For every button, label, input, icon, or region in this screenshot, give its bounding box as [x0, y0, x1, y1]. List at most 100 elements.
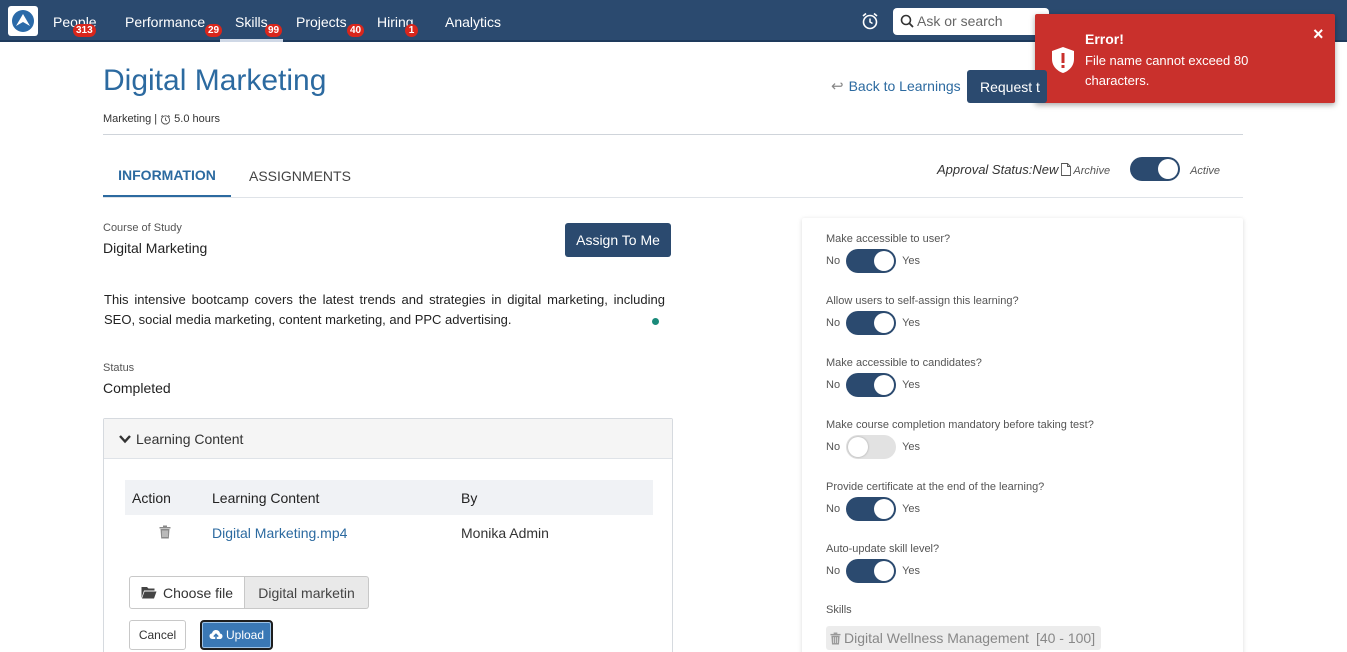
alarm-clock-icon[interactable]: [860, 11, 880, 31]
skill-name: Digital Wellness Management: [844, 630, 1029, 646]
setting-completion-mandatory: Make course completion mandatory before …: [826, 419, 1094, 459]
tab-information[interactable]: INFORMATION: [103, 160, 231, 198]
setting-self-assign: Allow users to self-assign this learning…: [826, 295, 1019, 335]
approval-status-toggle[interactable]: [1130, 157, 1181, 181]
upload-button[interactable]: Upload: [200, 620, 273, 650]
cancel-button[interactable]: Cancel: [129, 620, 186, 650]
category-label: Marketing: [103, 113, 152, 125]
header-divider: [103, 134, 1243, 135]
error-toast: Error! File name cannot exceed 80 charac…: [1035, 14, 1335, 103]
document-icon: [1061, 162, 1072, 176]
setting-question: Auto-update skill level?: [826, 543, 940, 555]
back-arrow-icon: ↩: [831, 78, 844, 95]
skill-range: [40 - 100]: [1035, 630, 1096, 646]
nav-skills[interactable]: Skills 99: [220, 0, 283, 42]
approval-status-label: Approval Status:New: [937, 161, 1059, 177]
selected-file-name: Digital marketin: [245, 576, 369, 609]
trash-icon[interactable]: [830, 632, 841, 645]
no-label: No: [826, 503, 841, 515]
nav-projects[interactable]: Projects 40: [296, 0, 365, 42]
page-title: Digital Marketing: [103, 64, 327, 97]
nav-hiring-badge: 1: [405, 24, 418, 37]
assign-to-me-button[interactable]: Assign To Me: [565, 223, 671, 257]
setting-question: Make course completion mandatory before …: [826, 419, 1094, 431]
setting-accessible-to-user: Make accessible to user? No Yes: [826, 233, 950, 273]
accessible-to-user-toggle[interactable]: [846, 249, 897, 273]
learning-content-title: Learning Content: [136, 430, 244, 447]
uploaded-by: Monika Admin: [461, 525, 549, 541]
folder-open-icon: [141, 587, 157, 599]
status-label: Status: [103, 362, 135, 374]
no-label: No: [826, 441, 841, 453]
no-label: No: [826, 255, 841, 267]
nav-performance[interactable]: Performance 29: [125, 0, 223, 42]
archive-label: Archive: [1073, 165, 1111, 177]
nav-people-badge: 313: [73, 24, 96, 37]
yes-label: Yes: [902, 503, 921, 515]
choose-file-button[interactable]: Choose file: [129, 576, 245, 609]
certificate-toggle[interactable]: [846, 497, 897, 521]
chevron-down-icon: [119, 434, 131, 443]
table-row: Digital Marketing.mp4 Monika Admin: [125, 515, 653, 551]
status-value: Completed: [103, 380, 171, 396]
back-to-learnings-link[interactable]: ↩ Back to Learnings: [831, 77, 961, 95]
meta-separator: |: [154, 113, 158, 125]
yes-label: Yes: [902, 317, 921, 329]
setting-question: Make accessible to candidates?: [826, 357, 982, 369]
clock-icon: [161, 114, 171, 125]
course-of-study-value: Digital Marketing: [103, 240, 208, 256]
nav-performance-badge: 29: [205, 24, 223, 37]
trash-icon[interactable]: [159, 525, 171, 539]
nav-people[interactable]: People 313: [53, 0, 97, 42]
no-label: No: [826, 317, 841, 329]
table-header: Action Learning Content By: [125, 480, 653, 515]
auto-update-skill-toggle[interactable]: [846, 559, 897, 583]
toast-message: File name cannot exceed 80 characters.: [1085, 53, 1249, 88]
close-icon[interactable]: ×: [1313, 24, 1324, 45]
setting-question: Provide certificate at the end of the le…: [826, 481, 1045, 493]
file-input-group: Choose file Digital marketin: [129, 576, 369, 609]
learning-content-file-link[interactable]: Digital Marketing.mp4: [212, 525, 347, 541]
yes-label: Yes: [902, 379, 921, 391]
column-by: By: [461, 489, 478, 506]
learning-content-header[interactable]: Learning Content: [104, 419, 672, 459]
search-icon: [900, 14, 914, 28]
nav-skills-badge: 99: [265, 24, 283, 37]
skill-chip: Digital Wellness Management [40 - 100]: [826, 626, 1102, 650]
nav-performance-label: Performance: [125, 14, 206, 30]
duration-label: 5.0 hours: [174, 113, 221, 125]
search-input[interactable]: [917, 11, 1042, 31]
nav-hiring[interactable]: Hiring 1: [377, 0, 418, 42]
nav-analytics[interactable]: Analytics: [445, 0, 501, 42]
yes-label: Yes: [902, 441, 921, 453]
setting-auto-update-skill: Auto-update skill level? No Yes: [826, 543, 939, 583]
settings-card: Make accessible to user? No Yes Allow us…: [802, 218, 1243, 652]
accessible-to-candidates-toggle[interactable]: [846, 373, 897, 397]
search-box[interactable]: [893, 8, 1049, 35]
nav-projects-label: Projects: [296, 14, 347, 30]
tabs-divider: [103, 197, 1243, 198]
setting-accessible-to-candidates: Make accessible to candidates? No Yes: [826, 357, 982, 397]
column-action: Action: [132, 489, 171, 506]
column-learning-content: Learning Content: [212, 489, 320, 506]
yes-label: Yes: [902, 255, 921, 267]
nav-analytics-label: Analytics: [445, 14, 502, 30]
course-description: This intensive bootcamp covers the lates…: [104, 292, 665, 327]
logo-icon: [12, 10, 34, 32]
nav-skills-label: Skills: [235, 14, 268, 30]
no-label: No: [826, 565, 841, 577]
learning-content-panel: Learning Content Action Learning Content…: [103, 418, 673, 652]
self-assign-toggle[interactable]: [846, 311, 897, 335]
course-of-study-label: Course of Study: [103, 222, 182, 234]
app-logo[interactable]: [8, 6, 38, 36]
skills-label: Skills: [826, 604, 852, 616]
approval-status: Approval Status:New Archive Active: [937, 157, 1220, 181]
request-button[interactable]: Request t: [967, 70, 1047, 103]
setting-certificate: Provide certificate at the end of the le…: [826, 481, 1044, 521]
choose-file-label: Choose file: [162, 584, 234, 601]
tab-assignments[interactable]: ASSIGNMENTS: [249, 160, 351, 198]
yes-label: Yes: [902, 565, 921, 577]
completion-mandatory-toggle[interactable]: [846, 435, 897, 459]
page-meta: Marketing | 5.0 hours: [103, 113, 220, 125]
nav-projects-badge: 40: [347, 24, 365, 37]
